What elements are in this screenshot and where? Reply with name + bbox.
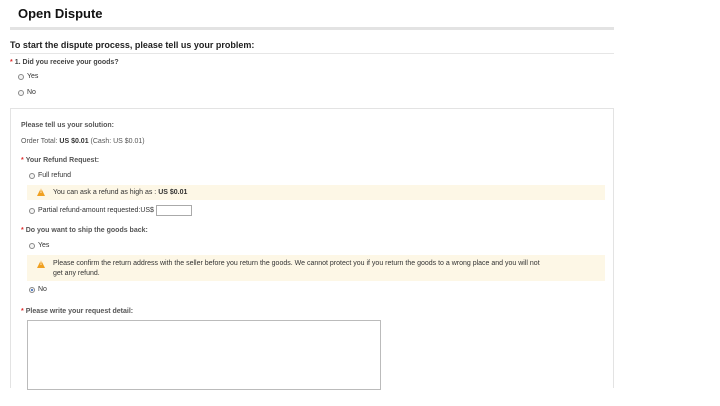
- ship-back-yes-option[interactable]: Yes: [29, 242, 49, 249]
- warning-icon: [37, 260, 45, 268]
- partial-refund-radio[interactable]: [29, 207, 35, 214]
- order-total: Order Total: US $0.01 (Cash: US $0.01): [21, 138, 145, 145]
- refund-limit-warning: You can ask a refund as high as : US $0.…: [27, 185, 605, 200]
- order-total-value: US $0.01: [59, 138, 89, 145]
- intro-text: To start the dispute process, please tel…: [10, 40, 255, 50]
- return-warning-line2: get any refund.: [53, 270, 100, 277]
- question-1-label: * 1. Did you receive your goods?: [10, 59, 119, 66]
- partial-refund-amount-input[interactable]: [155, 205, 192, 216]
- ship-back-no-label: No: [38, 286, 47, 293]
- intro-divider: [10, 53, 614, 54]
- ship-back-no-option[interactable]: No: [29, 286, 47, 293]
- partial-refund-label: Partial refund-amount requested:US$: [38, 207, 154, 214]
- received-yes-option[interactable]: Yes: [18, 73, 38, 80]
- ship-back-yes-label: Yes: [38, 242, 50, 249]
- received-no-option[interactable]: No: [18, 89, 36, 96]
- full-refund-option[interactable]: Full refund: [29, 172, 71, 179]
- title-divider: [10, 27, 614, 30]
- open-dispute-page: Open Dispute To start the dispute proces…: [0, 0, 720, 406]
- ship-back-yes-radio[interactable]: [29, 242, 35, 249]
- order-total-cash: (Cash: US $0.01): [90, 138, 145, 145]
- solution-panel: Please tell us your solution: Order Tota…: [10, 108, 614, 390]
- request-detail-label: * Please write your request detail:: [21, 308, 134, 315]
- solution-label: Please tell us your solution:: [21, 122, 114, 129]
- ship-back-label: * Do you want to ship the goods back:: [21, 227, 148, 234]
- received-yes-radio[interactable]: [18, 73, 24, 80]
- page-title: Open Dispute: [18, 6, 103, 21]
- refund-request-label: * Your Refund Request:: [21, 157, 100, 164]
- return-warning-line1: Please confirm the return address with t…: [53, 260, 540, 267]
- ship-back-no-radio[interactable]: [29, 286, 35, 293]
- partial-refund-option[interactable]: Partial refund-amount requested:US$: [29, 205, 192, 216]
- received-yes-label: Yes: [27, 73, 39, 80]
- return-address-warning: Please confirm the return address with t…: [27, 255, 605, 281]
- received-no-radio[interactable]: [18, 89, 24, 96]
- request-detail-textarea[interactable]: [27, 320, 381, 390]
- full-refund-radio[interactable]: [29, 172, 35, 179]
- received-no-label: No: [27, 89, 36, 96]
- required-mark: *: [10, 59, 13, 66]
- full-refund-label: Full refund: [38, 172, 72, 179]
- refund-limit-amount: US $0.01: [158, 189, 188, 196]
- warning-icon: [37, 188, 45, 196]
